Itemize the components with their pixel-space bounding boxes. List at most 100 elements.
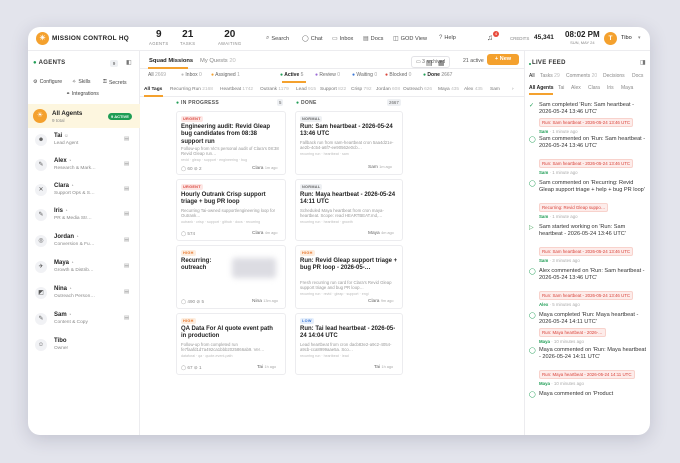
filter-assigned[interactable]: ● Assigned 1	[211, 72, 240, 78]
feed-item-task-chip[interactable]: Run: Maya heartbeat - 2026-…	[539, 328, 606, 337]
sidebar-item-all-agents[interactable]: ☀ All Agents 9 total 9 ACTIVE	[28, 104, 140, 128]
secrets-button[interactable]: ⚿ Secrets	[103, 79, 127, 86]
feed-item-time: 10 minutes ago	[553, 339, 584, 344]
tab-my-quests[interactable]: My Quests 20	[200, 58, 236, 64]
nav-chat[interactable]: ◯ Chat	[302, 35, 323, 43]
filter-active[interactable]: ● Active 5	[280, 72, 303, 78]
feed-tab-all[interactable]: All	[529, 73, 535, 79]
doc-icon[interactable]: ▤	[124, 161, 129, 167]
sidebar-item-clara[interactable]: ✕ Clara ◔ Support Ops & S… ▤	[28, 180, 140, 204]
filter-all[interactable]: All 2669	[148, 72, 166, 78]
task-card[interactable]: LOW Run: Tai lead heartbeat - 2026-05-24…	[295, 313, 403, 375]
card-tags: revid · gleap · support · engineering · …	[181, 158, 248, 162]
feed-filter-maya[interactable]: Maya	[621, 85, 633, 91]
tag-alex[interactable]: Alex 435	[464, 87, 483, 92]
feed-filter-tai[interactable]: Tai	[558, 85, 564, 91]
agent-status-icon: ◔	[68, 287, 72, 292]
filter-waiting[interactable]: ● Waiting 0	[352, 72, 377, 78]
sidebar-item-sam[interactable]: ✎ Sam ◔ Content & Copy ▤	[28, 309, 140, 333]
feed-filter-underline	[529, 93, 553, 95]
feed-item-task-chip[interactable]: Run: Sam heartbeat - 2026-05-24 13:46 UT…	[539, 291, 634, 300]
doc-icon[interactable]: ▤	[124, 263, 129, 269]
collapse-icon[interactable]: ◧	[126, 59, 132, 66]
filter-inbox[interactable]: ● Inbox 0	[181, 72, 202, 78]
tag-count: 626	[424, 87, 433, 92]
configure-button[interactable]: ⚙ Configure	[33, 79, 62, 85]
task-card[interactable]: URGENT Hourly Outrank Crisp support tria…	[176, 179, 286, 241]
integrations-button[interactable]: ⚭ Integrations	[66, 91, 99, 97]
filter-done[interactable]: ● Done 2667	[423, 72, 452, 78]
panel-toggle-icon[interactable]: ◨	[640, 59, 646, 66]
feed-item-task-chip[interactable]: Run: Sam heartbeat - 2026-05-24 13:46 UT…	[539, 247, 634, 256]
feed-tab-docs[interactable]: Docs	[632, 73, 643, 79]
nav-inbox[interactable]: ▭ Inbox	[332, 35, 353, 43]
sidebar-item-nina[interactable]: ◩ Nina ◔ Outreach Person… ▤	[28, 283, 140, 307]
doc-icon[interactable]: ▤	[124, 237, 129, 243]
tag-outrank[interactable]: Outrank 1179	[260, 87, 289, 92]
feed-filter-all-agents[interactable]: All Agents	[529, 85, 554, 91]
feed-item-meta: Maya · 10 minutes ago	[539, 381, 584, 386]
tag-heartbeat[interactable]: Heartbeat 1742	[220, 87, 253, 92]
nav-docs[interactable]: ▤ Docs	[363, 35, 383, 43]
new-mission-button[interactable]: + New	[487, 54, 519, 65]
task-card[interactable]: NORMAL Run: Sam heartbeat - 2026-05-24 1…	[295, 111, 403, 175]
tag-all[interactable]: All Tags	[144, 87, 162, 92]
tag-recurring-run[interactable]: Recurring Run 2168	[170, 87, 213, 92]
chevron-right-icon[interactable]: ›	[512, 87, 514, 92]
card-title: Run: Sam heartbeat - 2026-05-24 13:46 UT…	[300, 124, 393, 138]
feed-item-task-chip[interactable]: Run: Sam heartbeat - 2026-05-24 13:46 UT…	[539, 118, 634, 127]
tag-maya[interactable]: Maya 435	[438, 87, 459, 92]
comment-count: 574	[187, 231, 196, 236]
filter-review[interactable]: ● Review 0	[315, 72, 340, 78]
user-avatar[interactable]: T	[604, 32, 617, 45]
feed-item-time: 5 minutes ago	[552, 302, 580, 307]
feed-item-task-chip[interactable]: Run: Sam heartbeat - 2026-05-24 13:46 UT…	[539, 159, 634, 168]
agent-status-icon: ◔	[64, 209, 68, 214]
sidebar-item-maya[interactable]: ✈ Maya ◔ Growth & Distrib… ▤	[28, 257, 140, 281]
tag-sam[interactable]: Sam	[490, 87, 500, 92]
user-name[interactable]: Tibo	[621, 35, 632, 41]
feed-filter-clara[interactable]: Clara	[588, 85, 600, 91]
sidebar-item-tibo[interactable]: ☺ Tibo Owner	[28, 335, 140, 359]
agent-name: Tibo	[54, 338, 67, 344]
task-card[interactable]: URGENT Engineering audit: Revid Gleap bu…	[176, 111, 286, 175]
sidebar-item-iris[interactable]: ✎ Iris ◔ PR & Media Str… ▤	[28, 205, 140, 229]
sidebar-item-alex[interactable]: ✎ Alex ◔ Research & Mark… ▤	[28, 155, 140, 179]
doc-icon[interactable]: ▤	[124, 211, 129, 217]
task-card[interactable]: HIGH QA Data For AI quote event path in …	[176, 313, 286, 375]
task-card[interactable]: NORMAL Run: Maya heartbeat - 2026-05-24 …	[295, 179, 403, 241]
feed-tab-decisions[interactable]: Decisions	[603, 73, 625, 79]
feed-item-text: Sam completed 'Run: Sam heartbeat - 2026…	[539, 102, 634, 115]
feed-tab-tasks[interactable]: Tasks 29	[540, 73, 560, 79]
doc-icon[interactable]: ▤	[124, 289, 129, 295]
nav-god-view[interactable]: ◫ GOD View	[393, 35, 427, 43]
stat-tasks-value: 21	[182, 29, 194, 40]
task-card[interactable]: HIGH Run: Revid Gleap support triage + b…	[295, 245, 403, 309]
feed-item-task-chip[interactable]: Run: Maya heartbeat - 2026-05-24 14:11 U…	[539, 370, 635, 379]
feed-filter-iris[interactable]: Iris	[607, 85, 614, 91]
tag-outreach[interactable]: Outreach 626	[403, 87, 432, 92]
filter-blocked[interactable]: ● Blocked 0	[385, 72, 411, 78]
feed-tab-comments[interactable]: Comments 20	[566, 73, 597, 79]
skills-button[interactable]: ✧ Skills	[72, 79, 90, 85]
tag-count: 1742	[242, 87, 254, 92]
tag-support[interactable]: Support 822	[320, 87, 346, 92]
feed-filter-alex[interactable]: Alex	[571, 85, 581, 91]
doc-icon[interactable]: ▤	[124, 315, 129, 321]
card-stats: ◯ 67 ⊘ 1	[181, 365, 202, 371]
tag-lead[interactable]: Lead 915	[296, 87, 316, 92]
sidebar-item-tai[interactable]: ☻ Tai ☺ Lead Agent ▤	[28, 130, 140, 154]
chevron-down-icon[interactable]: ▾	[638, 35, 641, 41]
tag-crisp[interactable]: Crisp 792	[351, 87, 372, 92]
nav-help[interactable]: ? Help	[439, 35, 456, 41]
doc-icon[interactable]: ▤	[124, 186, 129, 192]
sidebar-item-jordan[interactable]: ◎ Jordan ◔ Conversion & Fu… ▤	[28, 231, 140, 255]
archived-button[interactable]: ▭ 3 archived	[411, 56, 451, 68]
doc-icon[interactable]: ▤	[124, 136, 129, 142]
nav-search[interactable]: ⌕ Search	[266, 35, 289, 42]
task-card[interactable]: HIGH Recurring: outreach ◯ 490 ⊘ 5 Nina …	[176, 245, 286, 309]
tab-squad-missions[interactable]: Squad Missions	[149, 58, 193, 64]
clock-time: 08:02 PM	[565, 30, 600, 39]
feed-item-task-chip[interactable]: Recurring: Revid Gleap suppo…	[539, 203, 609, 212]
tag-jordan[interactable]: Jordan 608	[376, 87, 400, 92]
